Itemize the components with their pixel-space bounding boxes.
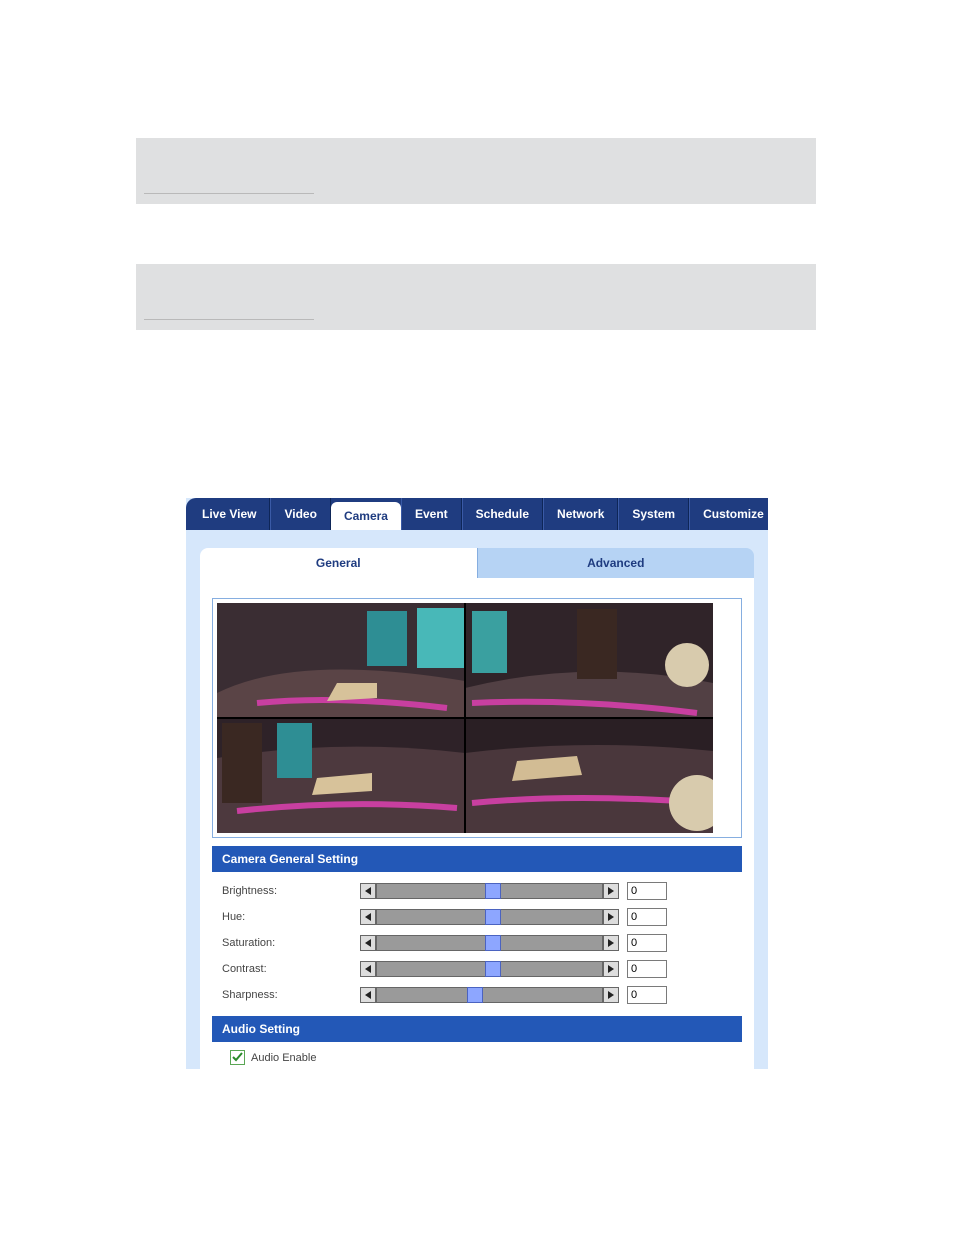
slider-increase-contrast[interactable]: [603, 961, 619, 977]
slider-thumb-saturation[interactable]: [485, 935, 501, 951]
audio-enable-label: Audio Enable: [251, 1052, 316, 1064]
video-preview: [217, 603, 713, 833]
slider-thumb-brightness[interactable]: [485, 883, 501, 899]
camera-general-header: Camera General Setting: [212, 846, 742, 872]
tab-schedule[interactable]: Schedule: [462, 498, 543, 530]
slider-decrease-saturation[interactable]: [360, 935, 376, 951]
tab-event[interactable]: Event: [401, 498, 462, 530]
info-bar-1: [136, 138, 816, 204]
slider-label-brightness: Brightness:: [222, 885, 352, 897]
camera-settings-app: Live View Video Camera Event Schedule Ne…: [186, 498, 768, 1069]
sub-nav: General Advanced: [200, 548, 754, 578]
slider-label-contrast: Contrast:: [222, 963, 352, 975]
slider-thumb-contrast[interactable]: [485, 961, 501, 977]
slider-track-sharpness[interactable]: [376, 987, 603, 1003]
slider-value-brightness[interactable]: [627, 882, 667, 900]
tab-video[interactable]: Video: [270, 498, 330, 530]
subtab-general[interactable]: General: [200, 548, 477, 578]
tab-system[interactable]: System: [618, 498, 689, 530]
tab-camera[interactable]: Camera: [331, 502, 401, 530]
slider-value-saturation[interactable]: [627, 934, 667, 952]
slider-decrease-sharpness[interactable]: [360, 987, 376, 1003]
audio-enable-checkbox[interactable]: [230, 1050, 245, 1065]
subtab-advanced[interactable]: Advanced: [477, 548, 755, 578]
slider-decrease-brightness[interactable]: [360, 883, 376, 899]
slider-track-saturation[interactable]: [376, 935, 603, 951]
slider-increase-hue[interactable]: [603, 909, 619, 925]
tab-live-view[interactable]: Live View: [186, 498, 270, 530]
info-bar-2: [136, 264, 816, 330]
slider-value-contrast[interactable]: [627, 960, 667, 978]
slider-decrease-contrast[interactable]: [360, 961, 376, 977]
video-preview-frame: [212, 598, 742, 838]
main-nav: Live View Video Camera Event Schedule Ne…: [186, 498, 768, 530]
slider-track-hue[interactable]: [376, 909, 603, 925]
slider-thumb-sharpness[interactable]: [467, 987, 483, 1003]
slider-thumb-hue[interactable]: [485, 909, 501, 925]
audio-setting-header: Audio Setting: [212, 1016, 742, 1042]
slider-value-sharpness[interactable]: [627, 986, 667, 1004]
slider-increase-brightness[interactable]: [603, 883, 619, 899]
tab-network[interactable]: Network: [543, 498, 618, 530]
slider-track-contrast[interactable]: [376, 961, 603, 977]
slider-increase-sharpness[interactable]: [603, 987, 619, 1003]
slider-value-hue[interactable]: [627, 908, 667, 926]
slider-label-hue: Hue:: [222, 911, 352, 923]
tab-customize[interactable]: Customize: [689, 498, 768, 530]
slider-label-saturation: Saturation:: [222, 937, 352, 949]
slider-label-sharpness: Sharpness:: [222, 989, 352, 1001]
slider-increase-saturation[interactable]: [603, 935, 619, 951]
slider-decrease-hue[interactable]: [360, 909, 376, 925]
slider-track-brightness[interactable]: [376, 883, 603, 899]
